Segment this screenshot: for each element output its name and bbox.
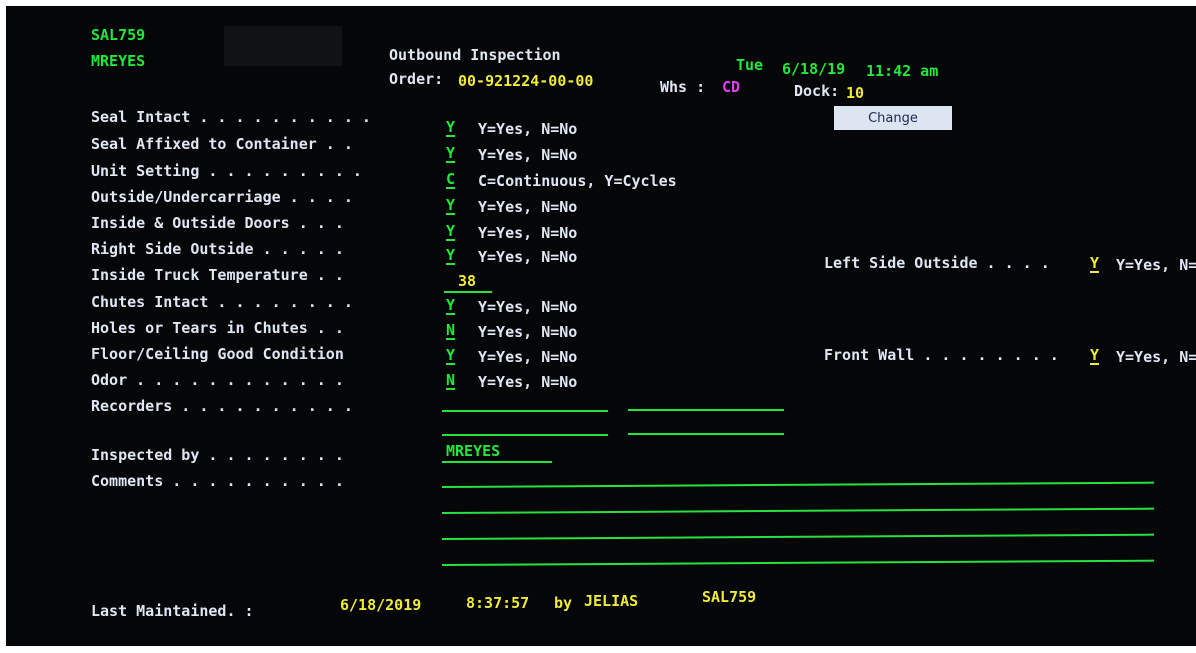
field-label-chutes-intact: Chutes Intact . . . . . . . . [91,293,353,311]
field-hint-outside-undercarriage: Y=Yes, N=No [478,198,578,216]
inspected-by-underline [442,461,552,463]
field-label-outside-undercarriage: Outside/Undercarriage . . . . [91,188,353,206]
last-maintained-label: Last Maintained. : [91,602,254,620]
last-maintained-date: 6/18/2019 [340,596,422,614]
redacted-area [224,26,342,66]
field-label-left-side: Left Side Outside . . . . [824,254,1050,272]
field-hint-seal-intact: Y=Yes, N=No [478,120,578,138]
current-date: 6/18/19 [782,60,846,78]
field-input-seal-intact[interactable]: Y [446,118,455,136]
field-label-seal-intact: Seal Intact . . . . . . . . . . [91,108,371,126]
field-label-front-wall: Front Wall . . . . . . . . [824,346,1059,364]
field-input-right-side[interactable]: Y [446,246,455,264]
current-time: 11:42 am [866,62,939,80]
comment-line-2[interactable] [441,507,1154,514]
field-label-odor: Odor . . . . . . . . . . . . [91,371,344,389]
order-number: 00-921224-00-00 [458,72,594,90]
field-label-recorders: Recorders . . . . . . . . . . [91,397,353,415]
terminal-screen: SAL759 MREYES Outbound Inspection Order:… [6,6,1196,646]
last-maintained-user: JELIAS [584,592,639,610]
field-hint-left-side: Y=Yes, N= [1116,256,1196,274]
field-hint-seal-affixed: Y=Yes, N=No [478,146,578,164]
comments-label: Comments . . . . . . . . . . [91,472,344,490]
program-id: SAL759 [91,26,146,44]
footer-program-id: SAL759 [702,588,757,606]
screen-title: Outbound Inspection [389,46,561,64]
field-input-holes-tears[interactable]: N [446,321,455,339]
recorder-field-4[interactable] [628,433,784,435]
last-maintained-by: by [554,594,573,612]
field-hint-unit-setting: C=Continuous, Y=Cycles [478,172,677,190]
field-input-unit-setting[interactable]: C [446,170,455,188]
field-input-chutes-intact[interactable]: Y [446,296,455,314]
field-input-doors[interactable]: Y [446,222,455,240]
field-label-right-side: Right Side Outside . . . . . [91,240,344,258]
recorder-field-1[interactable] [442,410,608,412]
inspected-by-label: Inspected by . . . . . . . . [91,446,344,464]
user-id: MREYES [91,52,146,70]
field-input-outside-undercarriage[interactable]: Y [446,196,455,214]
field-label-holes-tears: Holes or Tears in Chutes . . [91,319,344,337]
temperature-underline [444,291,492,293]
dock-label: Dock: [794,82,840,100]
field-input-floor-ceiling[interactable]: Y [446,346,455,364]
recorder-field-2[interactable] [628,409,784,411]
field-input-front-wall[interactable]: Y [1090,346,1099,364]
field-hint-front-wall: Y=Yes, N= [1116,348,1196,366]
order-label: Order: [389,70,444,88]
field-label-seal-affixed: Seal Affixed to Container . . [91,135,353,153]
field-label-unit-setting: Unit Setting . . . . . . . . . [91,162,362,180]
change-button[interactable]: Change [834,106,952,130]
weekday: Tue [736,56,764,74]
recorder-field-3[interactable] [442,434,608,436]
field-input-seal-affixed[interactable]: Y [446,144,455,162]
field-label-doors: Inside & Outside Doors . . . [91,214,344,232]
last-maintained-time: 8:37:57 [466,594,530,612]
comment-line-1[interactable] [441,481,1154,488]
whs-label: Whs : [660,78,706,96]
field-input-odor[interactable]: N [446,371,455,389]
field-label-temperature: Inside Truck Temperature . . [91,266,344,284]
field-hint-right-side: Y=Yes, N=No [478,248,578,266]
field-hint-doors: Y=Yes, N=No [478,224,578,242]
warehouse-code: CD [722,78,741,96]
field-hint-holes-tears: Y=Yes, N=No [478,323,578,341]
field-input-temperature[interactable]: 38 [458,272,476,290]
field-hint-odor: Y=Yes, N=No [478,373,578,391]
field-input-left-side[interactable]: Y [1090,254,1099,272]
comment-line-3[interactable] [441,533,1154,540]
dock-number: 10 [846,84,865,102]
field-hint-chutes-intact: Y=Yes, N=No [478,298,578,316]
comment-line-4[interactable] [441,559,1154,566]
inspected-by-input[interactable]: MREYES [446,442,500,460]
field-label-floor-ceiling: Floor/Ceiling Good Condition [91,345,344,363]
field-hint-floor-ceiling: Y=Yes, N=No [478,348,578,366]
